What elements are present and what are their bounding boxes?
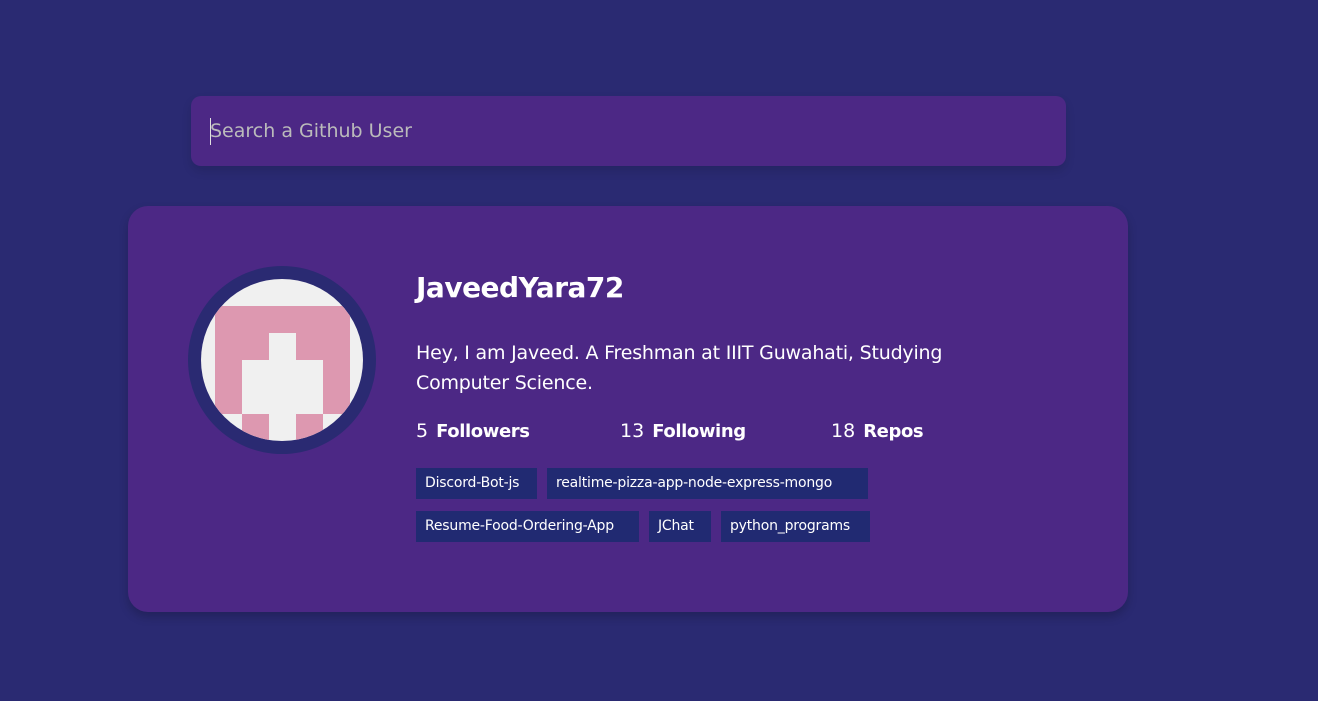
repo-link[interactable]: Resume-Food-Ordering-App (416, 511, 639, 542)
followers-label: Followers (436, 421, 530, 442)
user-info: JaveedYara72 Hey, I am Javeed. A Freshma… (416, 268, 1036, 450)
avatar-ring (188, 266, 376, 454)
following-count: 13 (620, 420, 645, 442)
search-input[interactable] (191, 96, 1066, 166)
repo-link[interactable]: python_programs (721, 511, 870, 542)
repo-link[interactable]: JChat (649, 511, 711, 542)
following-label: Following (652, 421, 746, 442)
followers-stat: 5 Followers (416, 420, 530, 442)
user-card: JaveedYara72 Hey, I am Javeed. A Freshma… (128, 206, 1128, 612)
following-stat: 13 Following (620, 420, 746, 442)
repo-link[interactable]: Discord-Bot-js (416, 468, 537, 499)
avatar-identicon-icon (201, 279, 363, 441)
repos-count: 18 (831, 420, 856, 442)
repos-stat: 18 Repos (831, 420, 924, 442)
username: JaveedYara72 (416, 271, 624, 304)
user-bio: Hey, I am Javeed. A Freshman at IIIT Guw… (416, 342, 943, 394)
user-stats: 5 Followers 13 Following 18 Repos (416, 420, 1036, 450)
repos-label: Repos (863, 421, 924, 442)
search-form (191, 96, 1066, 166)
text-cursor (210, 118, 211, 145)
repo-link[interactable]: realtime-pizza-app-node-express-mongo (547, 468, 868, 499)
followers-count: 5 (416, 420, 429, 442)
